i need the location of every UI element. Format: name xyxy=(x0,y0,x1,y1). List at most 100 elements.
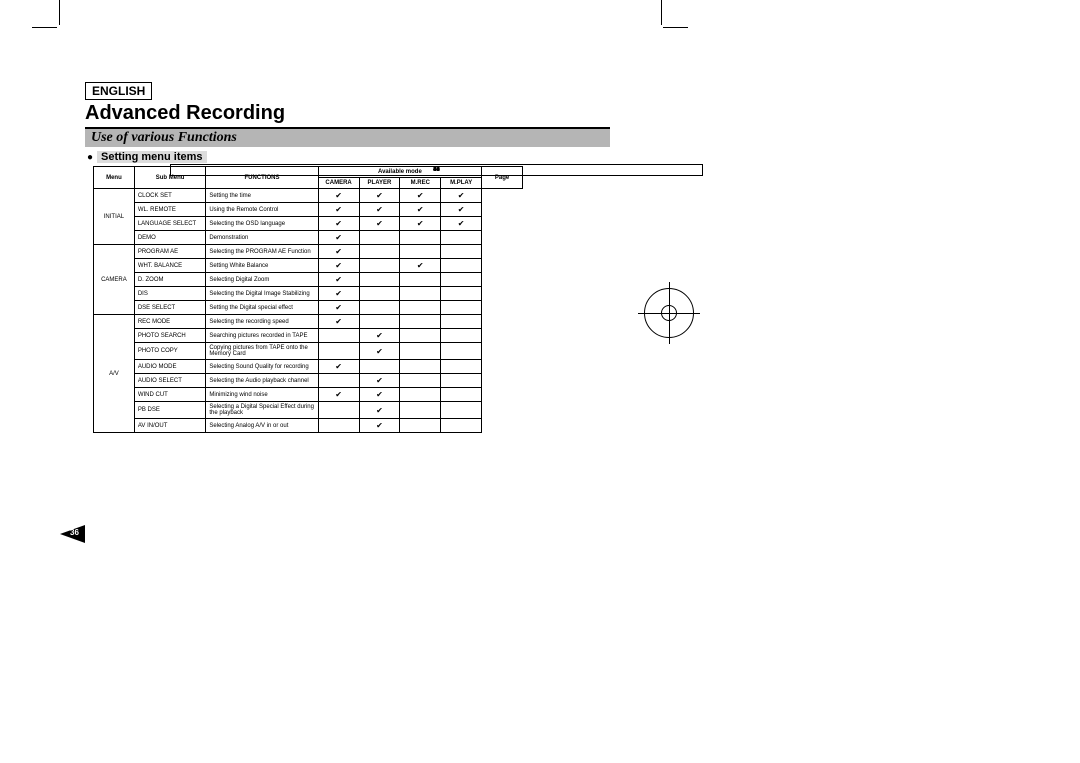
mode-cell xyxy=(359,315,400,329)
submenu-cell: AUDIO MODE xyxy=(134,360,205,374)
mode-cell xyxy=(359,301,400,315)
mode-cell xyxy=(400,374,441,388)
mode-cell: ✔ xyxy=(359,343,400,360)
mode-cell: ✔ xyxy=(441,203,482,217)
mode-cell xyxy=(318,329,359,343)
mode-cell: ✔ xyxy=(400,203,441,217)
mode-cell: ✔ xyxy=(318,301,359,315)
mode-cell xyxy=(400,402,441,419)
function-cell: Selecting the PROGRAM AE Function xyxy=(206,245,318,259)
table-row: DSE SELECTSetting the Digital special ef… xyxy=(94,301,523,315)
mode-cell: ✔ xyxy=(359,374,400,388)
mode-cell: ✔ xyxy=(318,231,359,245)
subsection-heading: ● Setting menu items xyxy=(87,151,610,163)
submenu-cell: WIND CUT xyxy=(134,388,205,402)
submenu-cell: AV IN/OUT xyxy=(134,419,205,433)
function-cell: Selecting Sound Quality for recording xyxy=(206,360,318,374)
function-cell: Selecting a Digital Special Effect durin… xyxy=(206,402,318,419)
mode-cell xyxy=(400,419,441,433)
mode-cell xyxy=(359,360,400,374)
mode-cell xyxy=(400,231,441,245)
mode-cell: ✔ xyxy=(359,402,400,419)
mode-cell xyxy=(318,343,359,360)
mode-cell xyxy=(441,402,482,419)
mode-cell xyxy=(400,301,441,315)
submenu-cell: LANGUAGE SELECT xyxy=(134,217,205,231)
submenu-cell: DEMO xyxy=(134,231,205,245)
function-cell: Selecting the recording speed xyxy=(206,315,318,329)
table-row: CAMERAPROGRAM AESelecting the PROGRAM AE… xyxy=(94,245,523,259)
mode-cell xyxy=(441,329,482,343)
submenu-cell: DIS xyxy=(134,287,205,301)
mode-cell: ✔ xyxy=(359,203,400,217)
mode-cell xyxy=(400,360,441,374)
mode-cell xyxy=(359,287,400,301)
table-row: WL. REMOTEUsing the Remote Control✔✔✔✔40 xyxy=(94,203,523,217)
table-row: AUDIO MODESelecting Sound Quality for re… xyxy=(94,360,523,374)
submenu-cell: WHT. BALANCE xyxy=(134,259,205,273)
mode-cell: ✔ xyxy=(318,388,359,402)
mode-cell: ✔ xyxy=(441,189,482,203)
table-row: WIND CUTMinimizing wind noise✔✔52 xyxy=(94,388,523,402)
table-row: INITIALCLOCK SETSetting the time✔✔✔✔39 xyxy=(94,189,523,203)
manual-page: ENGLISH Advanced Recording Use of variou… xyxy=(85,82,610,433)
mode-cell: ✔ xyxy=(318,259,359,273)
table-row: WHT. BALANCESetting White Balance✔✔44 xyxy=(94,259,523,273)
subsection-label: Setting menu items xyxy=(97,151,206,163)
mode-cell xyxy=(441,343,482,360)
mode-cell xyxy=(359,245,400,259)
table-row: A/VREC MODESelecting the recording speed… xyxy=(94,315,523,329)
table-row: DEMODemonstration✔41 xyxy=(94,231,523,245)
th-mode-camera: CAMERA xyxy=(318,178,359,189)
submenu-cell: AUDIO SELECT xyxy=(134,374,205,388)
submenu-cell: PHOTO COPY xyxy=(134,343,205,360)
mode-cell xyxy=(318,374,359,388)
mode-cell xyxy=(400,287,441,301)
mode-cell xyxy=(318,402,359,419)
table-row: D. ZOOMSelecting Digital Zoom✔46 xyxy=(94,273,523,287)
mode-cell: ✔ xyxy=(400,217,441,231)
mode-cell xyxy=(441,245,482,259)
table-row: PHOTO SEARCHSearching pictures recorded … xyxy=(94,329,523,343)
table-row: PHOTO COPYCopying pictures from TAPE ont… xyxy=(94,343,523,360)
mode-cell xyxy=(359,259,400,273)
table-row: DISSelecting the Digital Image Stabilizi… xyxy=(94,287,523,301)
submenu-cell: WL. REMOTE xyxy=(134,203,205,217)
registration-target xyxy=(644,288,694,338)
submenu-cell: D. ZOOM xyxy=(134,273,205,287)
mode-cell xyxy=(359,273,400,287)
mode-cell: ✔ xyxy=(400,189,441,203)
mode-cell: ✔ xyxy=(318,217,359,231)
th-menu: Menu xyxy=(94,167,135,189)
menu-group-cell: A/V xyxy=(94,315,135,433)
table-row: AUDIO SELECTSelecting the Audio playback… xyxy=(94,374,523,388)
mode-cell xyxy=(441,301,482,315)
th-mode-mplay: M.PLAY xyxy=(441,178,482,189)
mode-cell xyxy=(400,273,441,287)
submenu-cell: PHOTO SEARCH xyxy=(134,329,205,343)
mode-cell xyxy=(441,388,482,402)
submenu-cell: PROGRAM AE xyxy=(134,245,205,259)
function-cell: Setting White Balance xyxy=(206,259,318,273)
mode-cell xyxy=(441,287,482,301)
mode-cell xyxy=(400,329,441,343)
function-cell: Selecting Digital Zoom xyxy=(206,273,318,287)
function-cell: Setting the time xyxy=(206,189,318,203)
language-label: ENGLISH xyxy=(85,82,152,100)
menu-group-cell: INITIAL xyxy=(94,189,135,245)
mode-cell: ✔ xyxy=(359,189,400,203)
mode-cell: ✔ xyxy=(318,360,359,374)
mode-cell: ✔ xyxy=(318,273,359,287)
function-cell: Copying pictures from TAPE onto the Memo… xyxy=(206,343,318,360)
mode-cell xyxy=(441,273,482,287)
mode-cell xyxy=(400,315,441,329)
mode-cell xyxy=(441,374,482,388)
function-cell: Selecting the OSD language xyxy=(206,217,318,231)
function-cell: Demonstration xyxy=(206,231,318,245)
submenu-cell: CLOCK SET xyxy=(134,189,205,203)
mode-cell: ✔ xyxy=(318,245,359,259)
mode-cell xyxy=(441,360,482,374)
mode-cell xyxy=(400,245,441,259)
mode-cell: ✔ xyxy=(441,217,482,231)
mode-cell xyxy=(359,231,400,245)
